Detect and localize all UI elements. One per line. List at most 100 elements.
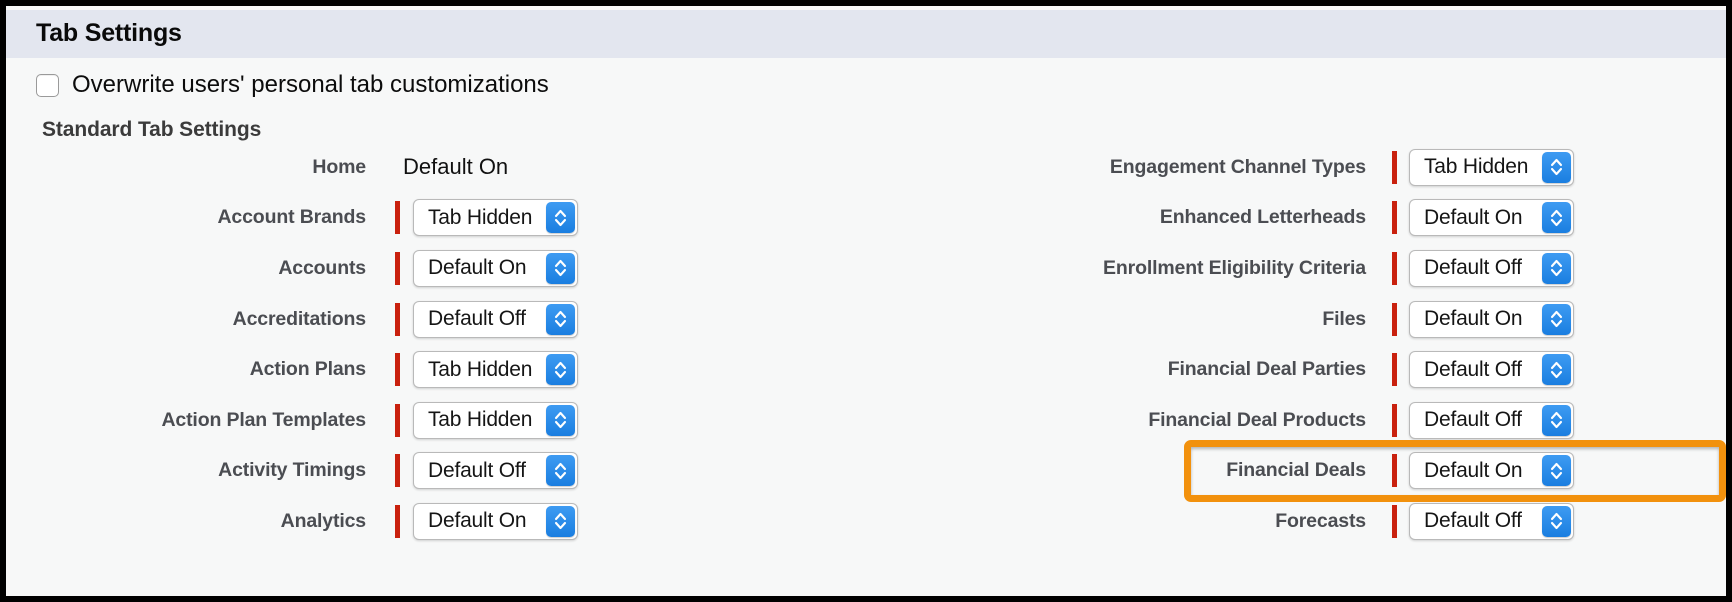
tab-setting-row: Action Plan Templates Tab Hidden bbox=[6, 395, 866, 446]
stepper-button[interactable] bbox=[1542, 202, 1571, 234]
required-field-bar-icon bbox=[1392, 454, 1397, 488]
stepper-button[interactable] bbox=[1542, 303, 1571, 335]
tab-setting-select-value: Default Off bbox=[428, 458, 526, 482]
tab-setting-select-value: Default On bbox=[1424, 205, 1523, 229]
required-field-bar-icon bbox=[395, 353, 400, 387]
tab-setting-row: Activity Timings Default Off bbox=[6, 446, 866, 497]
chevron-up-down-icon bbox=[554, 311, 567, 328]
tab-setting-label: Financial Deals bbox=[1226, 459, 1366, 482]
tab-setting-label: Accreditations bbox=[232, 307, 367, 330]
tab-setting-select[interactable]: Tab Hidden bbox=[413, 401, 578, 439]
chevron-up-down-icon bbox=[554, 412, 567, 429]
tab-setting-label: Action Plans bbox=[249, 358, 366, 381]
tab-setting-label: Account Brands bbox=[217, 206, 366, 229]
stepper-button[interactable] bbox=[546, 202, 575, 234]
chevron-up-down-icon bbox=[1550, 311, 1563, 328]
stepper-button[interactable] bbox=[546, 303, 575, 335]
stepper-button[interactable] bbox=[546, 404, 575, 436]
stepper-button[interactable] bbox=[546, 505, 575, 537]
tab-setting-label: Home bbox=[312, 155, 366, 178]
tab-setting-label: Files bbox=[1322, 307, 1366, 330]
tab-setting-select[interactable]: Default On bbox=[1409, 300, 1574, 338]
section-header: Tab Settings bbox=[6, 10, 1726, 58]
tab-setting-select-value: Default On bbox=[428, 256, 527, 280]
chevron-up-down-icon bbox=[1550, 361, 1563, 378]
chevron-up-down-icon bbox=[554, 260, 567, 277]
tab-setting-select-value: Tab Hidden bbox=[428, 205, 533, 229]
tab-setting-select-value: Default On bbox=[428, 509, 527, 533]
required-field-bar-icon bbox=[395, 201, 400, 235]
tab-setting-select[interactable]: Default Off bbox=[413, 300, 578, 338]
tab-setting-row: Accounts Default On bbox=[6, 243, 866, 294]
tab-setting-select[interactable]: Default Off bbox=[1409, 401, 1574, 439]
tab-setting-select[interactable]: Default On bbox=[413, 502, 578, 540]
required-field-bar-icon bbox=[395, 504, 400, 538]
tab-setting-select-value: Default Off bbox=[1424, 509, 1522, 533]
tab-setting-select[interactable]: Default Off bbox=[1409, 351, 1574, 389]
tab-setting-row: Forecasts Default Off bbox=[866, 496, 1726, 547]
tab-setting-select[interactable]: Default On bbox=[413, 249, 578, 287]
tab-setting-row: Account Brands Tab Hidden bbox=[6, 193, 866, 244]
tab-setting-select-value: Default Off bbox=[428, 307, 526, 331]
stepper-button[interactable] bbox=[1542, 151, 1571, 183]
standard-tab-settings-right-column: Engagement Channel Types Tab Hidden Enhanc… bbox=[866, 142, 1726, 547]
tab-setting-select-value: Default Off bbox=[1424, 357, 1522, 381]
required-field-bar-icon bbox=[395, 251, 400, 285]
overwrite-customizations-row[interactable]: Overwrite users' personal tab customizat… bbox=[36, 68, 549, 102]
tab-setting-select[interactable]: Tab Hidden bbox=[413, 199, 578, 237]
stepper-button[interactable] bbox=[546, 354, 575, 386]
stepper-button[interactable] bbox=[546, 455, 575, 487]
tab-setting-select[interactable]: Default Off bbox=[1409, 502, 1574, 540]
tab-setting-select[interactable]: Default Off bbox=[413, 452, 578, 490]
stepper-button[interactable] bbox=[1542, 505, 1571, 537]
chevron-up-down-icon bbox=[1550, 209, 1563, 226]
tab-setting-select[interactable]: Default Off bbox=[1409, 249, 1574, 287]
tab-setting-select[interactable]: Tab Hidden bbox=[1409, 148, 1574, 186]
required-field-bar-icon bbox=[1392, 150, 1397, 184]
tab-setting-label: Engagement Channel Types bbox=[1109, 155, 1366, 178]
tab-setting-select-value: Tab Hidden bbox=[1424, 155, 1529, 179]
tab-setting-label: Financial Deal Products bbox=[1148, 408, 1366, 431]
standard-tab-settings-heading: Standard Tab Settings bbox=[42, 118, 262, 141]
required-field-bar-icon bbox=[1392, 504, 1397, 538]
tab-setting-select-value: Default On bbox=[1424, 307, 1523, 331]
required-field-bar-icon bbox=[1392, 353, 1397, 387]
tab-setting-row: Financial Deals Default On bbox=[866, 446, 1726, 497]
tab-setting-label: Analytics bbox=[280, 509, 367, 532]
chevron-up-down-icon bbox=[554, 361, 567, 378]
chevron-up-down-icon bbox=[1550, 159, 1563, 176]
tab-setting-row: Analytics Default On bbox=[6, 496, 866, 547]
chevron-up-down-icon bbox=[554, 209, 567, 226]
chevron-up-down-icon bbox=[1550, 513, 1563, 530]
required-field-bar-icon bbox=[1392, 302, 1397, 336]
tab-setting-select[interactable]: Default On bbox=[1409, 452, 1574, 490]
stepper-button[interactable] bbox=[1542, 354, 1571, 386]
tab-setting-label: Activity Timings bbox=[218, 459, 366, 482]
standard-tab-settings-left-column: Home Default On Account Brands Tab Hidden Ac… bbox=[6, 142, 866, 547]
tab-setting-label: Action Plan Templates bbox=[161, 408, 366, 431]
tab-setting-select-value: Default On bbox=[1424, 458, 1523, 482]
required-field-bar-icon bbox=[1392, 201, 1397, 235]
checkbox-unchecked-icon[interactable] bbox=[36, 73, 59, 97]
tab-setting-row: Financial Deal Parties Default Off bbox=[866, 344, 1726, 395]
tab-setting-select[interactable]: Tab Hidden bbox=[413, 351, 578, 389]
tab-setting-row: Action Plans Tab Hidden bbox=[6, 344, 866, 395]
tab-setting-label: Enrollment Eligibility Criteria bbox=[1103, 256, 1366, 279]
chevron-up-down-icon bbox=[1550, 260, 1563, 277]
tab-setting-row: Enhanced Letterheads Default On bbox=[866, 193, 1726, 244]
tab-setting-select-value: Default Off bbox=[1424, 256, 1522, 280]
tab-setting-row: Home Default On bbox=[6, 142, 866, 193]
tab-setting-row: Financial Deal Products Default Off bbox=[866, 395, 1726, 446]
stepper-button[interactable] bbox=[1542, 252, 1571, 284]
chevron-up-down-icon bbox=[1550, 462, 1563, 479]
tab-setting-select[interactable]: Default On bbox=[1409, 199, 1574, 237]
stepper-button[interactable] bbox=[1542, 455, 1571, 487]
overwrite-customizations-label: Overwrite users' personal tab customizat… bbox=[72, 71, 549, 98]
tab-setting-select-value: Tab Hidden bbox=[428, 408, 533, 432]
required-field-bar-icon bbox=[395, 454, 400, 488]
stepper-button[interactable] bbox=[1542, 404, 1571, 436]
tab-setting-static-value: Default On bbox=[403, 154, 509, 180]
screenshot-frame: Tab Settings Overwrite users' personal t… bbox=[0, 0, 1732, 602]
tab-settings-page: Tab Settings Overwrite users' personal t… bbox=[6, 6, 1726, 596]
stepper-button[interactable] bbox=[546, 252, 575, 284]
